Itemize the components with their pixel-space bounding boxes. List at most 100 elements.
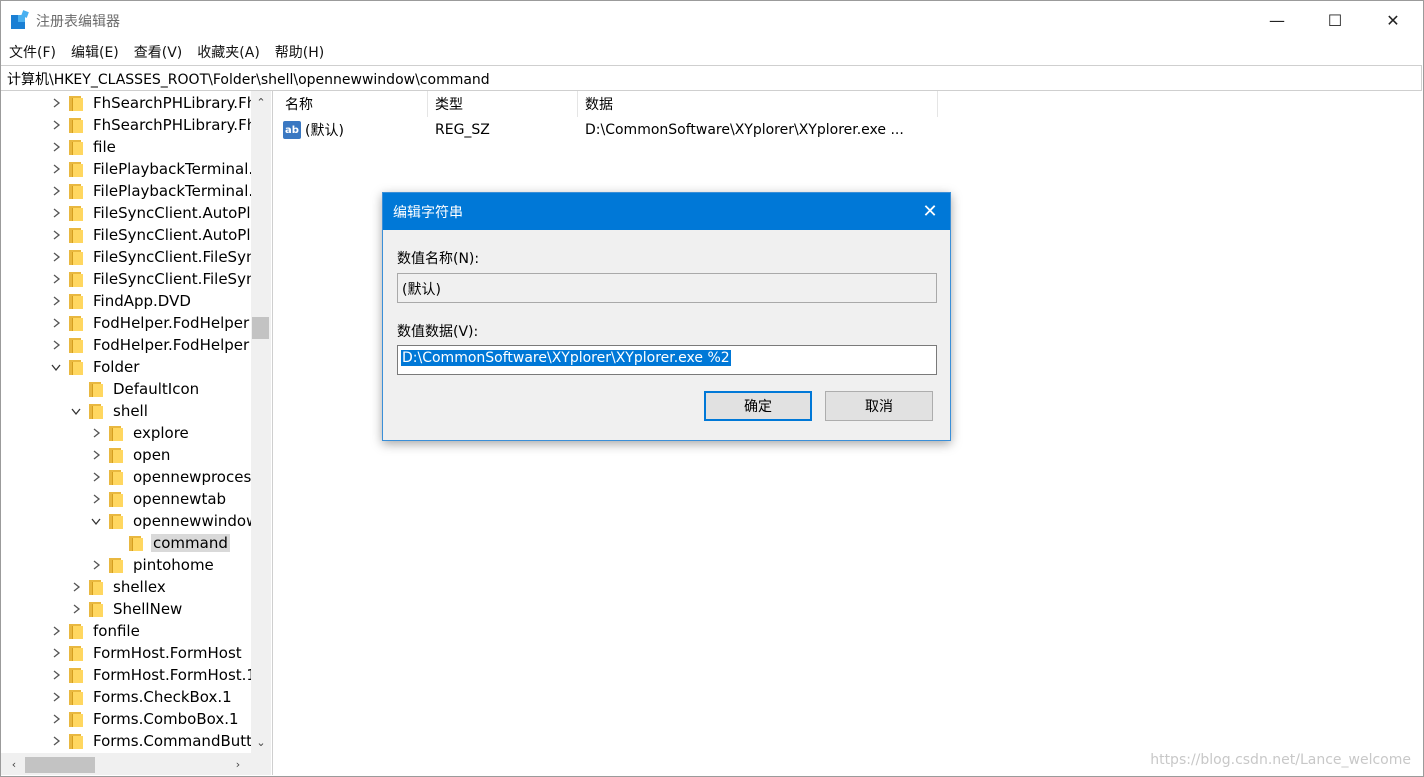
menu-file[interactable]: 文件(F) <box>1 41 63 63</box>
folder-icon <box>69 249 83 265</box>
tree-item[interactable]: Forms.ComboBox.1 <box>49 708 241 730</box>
minimize-button[interactable]: — <box>1248 1 1306 39</box>
tree-item[interactable]: ShellNew <box>69 598 184 620</box>
tree-item[interactable]: FodHelper.FodHelper <box>49 312 251 334</box>
expand-chevron-icon[interactable] <box>49 184 63 198</box>
expand-chevron-icon[interactable] <box>49 294 63 308</box>
tree-item[interactable]: FormHost.FormHost.1 <box>49 664 258 686</box>
expand-chevron-icon[interactable] <box>89 448 103 462</box>
tree-item[interactable]: FilePlaybackTerminal.I <box>49 158 260 180</box>
tree-item-label: Forms.CommandButto <box>93 732 262 750</box>
folder-icon <box>69 359 83 375</box>
folder-icon <box>69 733 83 749</box>
tree-item[interactable]: FhSearchPHLibrary.Fh <box>49 114 258 136</box>
scroll-up-icon[interactable]: ⌃ <box>252 93 270 111</box>
tree-item[interactable]: Forms.CommandButto <box>49 730 263 752</box>
scroll-down-icon[interactable]: ⌄ <box>252 733 270 751</box>
close-button[interactable]: ✕ <box>1364 1 1422 39</box>
expand-chevron-icon[interactable] <box>49 734 63 748</box>
dialog-close-icon[interactable]: ✕ <box>920 201 940 222</box>
expand-chevron-icon[interactable] <box>49 646 63 660</box>
folder-icon <box>109 491 123 507</box>
expand-chevron-icon[interactable] <box>49 272 63 286</box>
key-tree[interactable]: FhSearchPHLibrary.Fh FhSearchPHLibrary.Fh… <box>1 91 273 775</box>
tree-item[interactable]: explore <box>89 422 191 444</box>
folder-icon <box>109 469 123 485</box>
tree-item[interactable]: FormHost.FormHost <box>49 642 244 664</box>
menu-view[interactable]: 查看(V) <box>126 41 190 63</box>
tree-item[interactable]: opennewproces <box>89 466 253 488</box>
value-data-cell: D:\CommonSoftware\XYplorer\XYplorer.exe … <box>585 119 904 141</box>
tree-item[interactable]: FileSyncClient.FileSync <box>49 268 266 290</box>
tree-item-label: FhSearchPHLibrary.Fh <box>93 116 257 134</box>
dialog-title: 编辑字符串 <box>393 205 463 221</box>
expand-chevron-icon[interactable] <box>49 624 63 638</box>
tree-item[interactable]: opennewwindow <box>89 510 260 532</box>
tree-vertical-scroll-thumb[interactable] <box>252 317 269 339</box>
tree-item[interactable]: file <box>49 136 118 158</box>
menu-edit[interactable]: 编辑(E) <box>63 41 126 63</box>
tree-item[interactable]: DefaultIcon <box>69 378 201 400</box>
maximize-button[interactable]: ☐ <box>1306 1 1364 39</box>
tree-item-label: DefaultIcon <box>113 380 200 398</box>
value-data-input[interactable]: D:\CommonSoftware\XYplorer\XYplorer.exe … <box>397 345 937 375</box>
folder-icon <box>69 689 83 705</box>
expand-chevron-icon[interactable] <box>49 338 63 352</box>
expand-chevron-icon[interactable] <box>49 668 63 682</box>
folder-icon <box>69 711 83 727</box>
tree-item[interactable]: Folder <box>49 356 141 378</box>
folder-icon <box>69 623 83 639</box>
tree-item[interactable]: pintohome <box>89 554 216 576</box>
scroll-left-icon[interactable]: ‹ <box>5 755 23 773</box>
edit-string-dialog: 编辑字符串 ✕ 数值名称(N): (默认) 数值数据(V): D:\Common… <box>382 192 951 441</box>
expand-chevron-icon[interactable] <box>49 96 63 110</box>
tree-item[interactable]: FhSearchPHLibrary.Fh <box>49 92 258 114</box>
collapse-chevron-icon[interactable] <box>69 404 83 418</box>
tree-item[interactable]: Forms.CheckBox.1 <box>49 686 234 708</box>
expand-chevron-icon[interactable] <box>89 492 103 506</box>
expand-chevron-icon[interactable] <box>69 602 83 616</box>
column-header-data[interactable]: 数据 <box>577 91 938 117</box>
tree-item[interactable]: open <box>89 444 172 466</box>
column-header-type[interactable]: 类型 <box>427 91 578 117</box>
expand-chevron-icon[interactable] <box>49 140 63 154</box>
expand-chevron-icon[interactable] <box>49 206 63 220</box>
tree-item[interactable]: shellex <box>69 576 168 598</box>
tree-horizontal-scroll-thumb[interactable] <box>25 757 95 773</box>
scroll-right-icon[interactable]: › <box>229 755 247 773</box>
value-name-field: (默认) <box>397 273 937 303</box>
expand-chevron-icon[interactable] <box>89 470 103 484</box>
folder-icon <box>69 183 83 199</box>
tree-item[interactable]: fonfile <box>49 620 142 642</box>
tree-item[interactable]: FilePlaybackTerminal.I <box>49 180 260 202</box>
collapse-chevron-icon[interactable] <box>49 360 63 374</box>
expand-chevron-icon[interactable] <box>49 250 63 264</box>
tree-item[interactable]: opennewtab <box>89 488 228 510</box>
address-bar[interactable]: 计算机\HKEY_CLASSES_ROOT\Folder\shell\openn… <box>1 65 1422 91</box>
tree-item[interactable]: command <box>109 532 230 554</box>
cancel-button[interactable]: 取消 <box>825 391 933 421</box>
tree-item[interactable]: FileSyncClient.FileSync <box>49 246 266 268</box>
tree-item[interactable]: FindApp.DVD <box>49 290 193 312</box>
tree-item[interactable]: shell <box>69 400 150 422</box>
expand-chevron-icon[interactable] <box>49 118 63 132</box>
tree-item[interactable]: FileSyncClient.AutoPla <box>49 224 262 246</box>
expand-chevron-icon[interactable] <box>49 690 63 704</box>
menu-help[interactable]: 帮助(H) <box>267 41 331 63</box>
expand-chevron-icon[interactable] <box>89 426 103 440</box>
tree-item[interactable]: FileSyncClient.AutoPla <box>49 202 262 224</box>
folder-icon <box>129 535 143 551</box>
tree-item[interactable]: FodHelper.FodHelper <box>49 334 251 356</box>
expand-chevron-icon[interactable] <box>49 228 63 242</box>
expand-chevron-icon[interactable] <box>49 712 63 726</box>
menu-favorites[interactable]: 收藏夹(A) <box>189 41 267 63</box>
expand-chevron-icon[interactable] <box>49 162 63 176</box>
expand-chevron-icon[interactable] <box>49 316 63 330</box>
expand-chevron-icon[interactable] <box>89 558 103 572</box>
collapse-chevron-icon[interactable] <box>89 514 103 528</box>
ok-button[interactable]: 确定 <box>704 391 812 421</box>
value-row[interactable]: ab (默认) <box>283 119 344 141</box>
tree-vertical-scrollbar[interactable] <box>251 91 271 753</box>
expand-chevron-icon[interactable] <box>69 580 83 594</box>
column-header-name[interactable]: 名称 <box>277 91 428 117</box>
